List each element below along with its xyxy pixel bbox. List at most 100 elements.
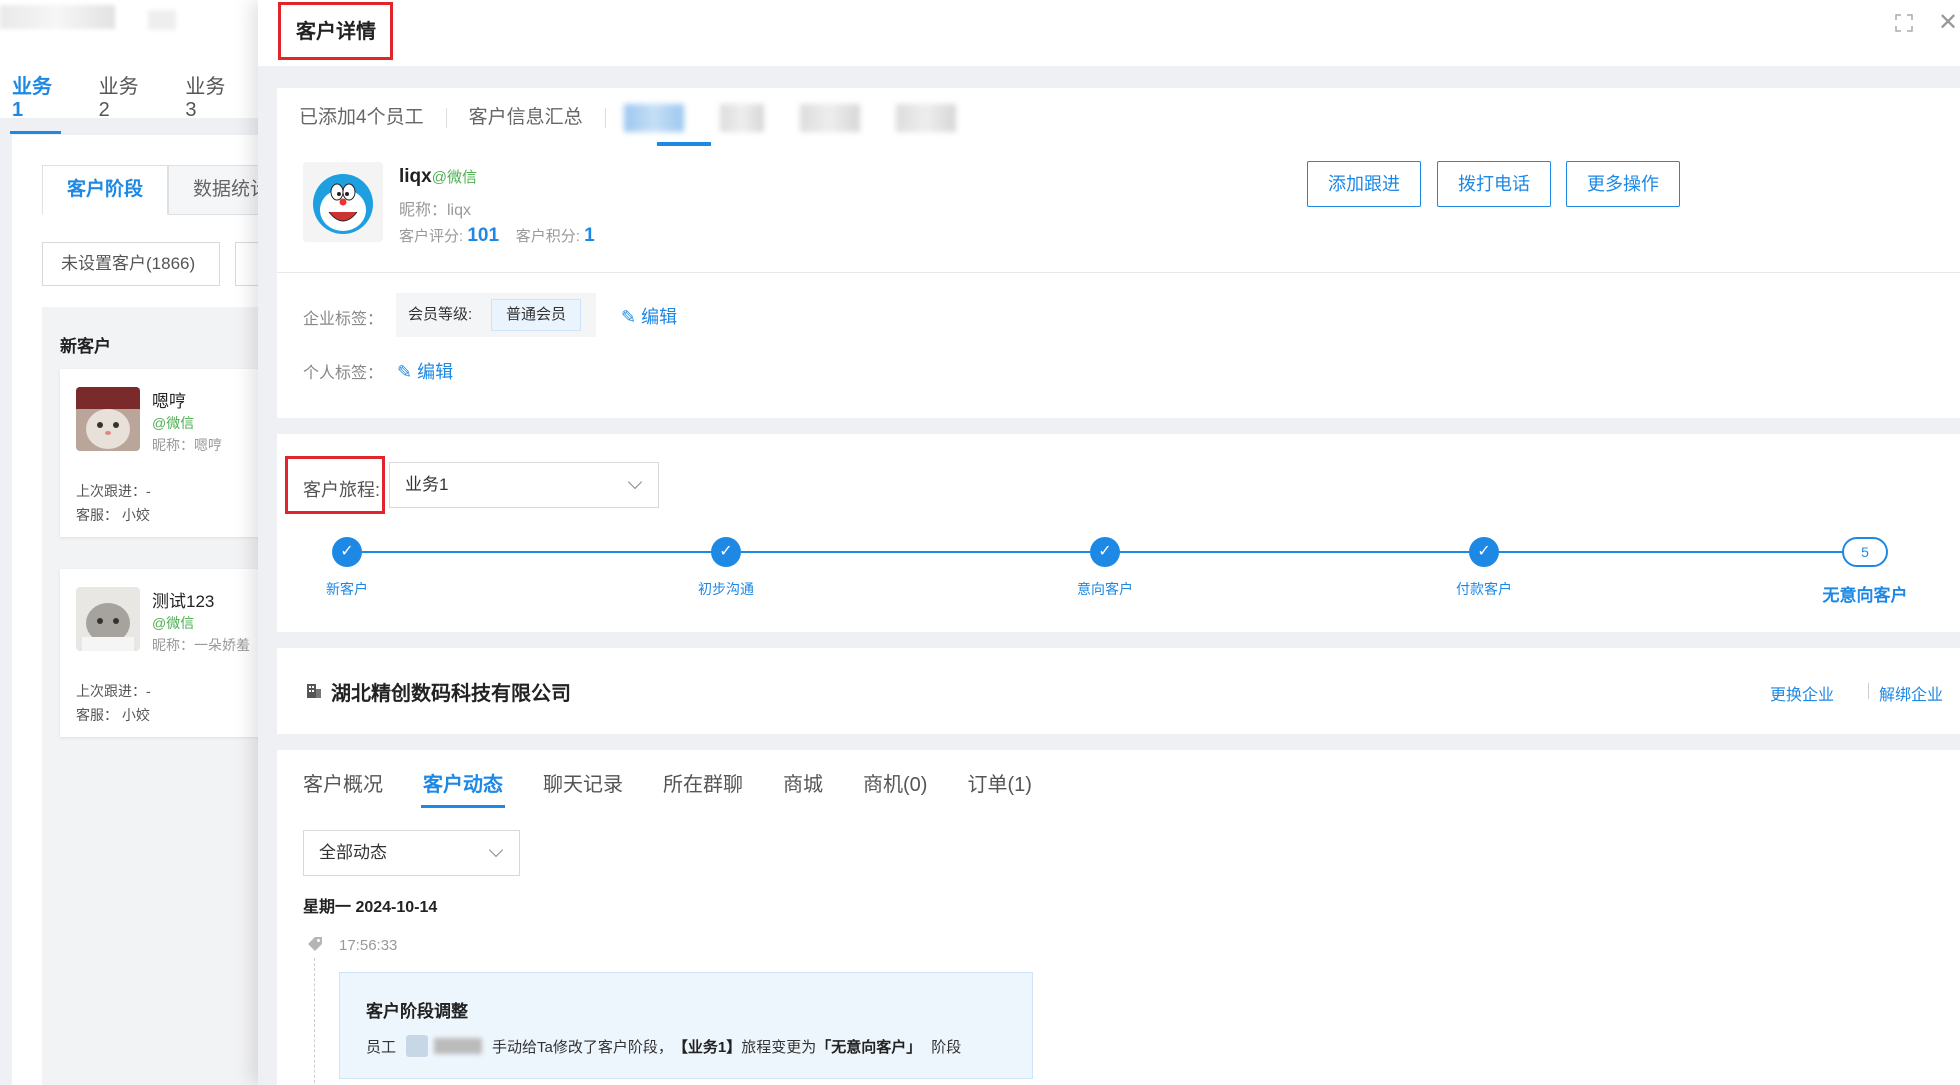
- event-change: 旅程变更为: [741, 1038, 817, 1056]
- tab-blurred-active[interactable]: [623, 104, 684, 132]
- add-follow-up-button[interactable]: 添加跟进: [1307, 161, 1421, 207]
- cat-avatar: [76, 387, 140, 451]
- tab-blurred[interactable]: [895, 104, 956, 132]
- dynamics-filter-select[interactable]: 全部动态: [303, 830, 520, 876]
- background-board: 客户阶段 数据统计 未设置客户(1866) 新客户 嗯哼 @微信 昵称：嗯哼 上…: [12, 135, 260, 1085]
- fullscreen-icon[interactable]: [1895, 14, 1913, 32]
- blurred-logo-mark: [148, 10, 176, 30]
- background-page: 业务1 业务2 业务3 客户阶段 数据统计 未设置客户(1866) 新客户 嗯哼: [0, 0, 260, 1085]
- customer-nickname: 昵称：一朵娇羞: [152, 637, 250, 653]
- chevron-down-icon: [627, 474, 643, 490]
- close-icon[interactable]: ✕: [1938, 11, 1958, 35]
- change-company-link[interactable]: 更换企业: [1770, 681, 1834, 705]
- tab-mall[interactable]: 商城: [783, 750, 823, 808]
- edit-icon: ✎: [397, 362, 413, 382]
- customer-scores: 客户评分: 101 客户积分: 1: [399, 225, 595, 247]
- timeline-time: 17:56:33: [339, 937, 398, 954]
- tab-blurred[interactable]: [799, 104, 860, 132]
- step-check-icon: ✓: [1090, 537, 1120, 567]
- profile-divider: [277, 272, 1960, 273]
- member-level-label: 会员等级:: [408, 306, 473, 323]
- event-stage: 「无意向客户」: [816, 1038, 922, 1056]
- customer-avatar: [303, 162, 383, 242]
- customer-channel: @微信: [152, 415, 195, 431]
- customer-name: 测试123: [152, 592, 215, 611]
- tab-data-stats[interactable]: 数据统计: [168, 165, 260, 215]
- tag-icon: [308, 937, 322, 951]
- enterprise-tags-label: 企业标签：: [303, 311, 384, 328]
- customer-channel: @微信: [431, 169, 477, 186]
- event-journey: 【业务1】: [672, 1038, 742, 1056]
- unbind-company-link[interactable]: 解绑企业: [1879, 681, 1943, 705]
- tab-orders[interactable]: 订单(1): [967, 750, 1031, 808]
- unset-customers-filter[interactable]: 未设置客户(1866): [42, 242, 220, 286]
- customer-dynamics-section: 客户概况 客户动态 聊天记录 所在群聊 商城 商机(0) 订单(1) 全部动态 …: [277, 750, 1960, 1085]
- filter-dropdown[interactable]: [235, 242, 260, 286]
- step-label: 付款客户: [1456, 581, 1512, 597]
- score-label: 客户评分:: [399, 228, 464, 245]
- event-description: 员工 手动给Ta修改了客户阶段， 【业务1】 旅程变更为 「无意向客户」 阶段: [366, 1035, 961, 1057]
- event-suffix: 阶段: [931, 1038, 962, 1056]
- step-check-icon: ✓: [711, 537, 741, 567]
- event-action: 手动给Ta修改了客户阶段，: [492, 1038, 673, 1056]
- step-label-current: 无意向客户: [1822, 586, 1908, 605]
- journey-select-value: 业务1: [405, 475, 449, 494]
- link-divider: [1868, 683, 1869, 699]
- event-title: 客户阶段调整: [366, 1002, 468, 1021]
- blurred-employee-name: [434, 1038, 483, 1054]
- tab-blurred[interactable]: [719, 104, 764, 132]
- customer-detail-drawer: 客户详情 ✕ 已添加4个员工 客户信息汇总 liqx@微信 昵称：liqx 客户…: [258, 0, 1960, 1085]
- current-step-marker: 5: [1842, 537, 1888, 567]
- call-phone-button[interactable]: 拨打电话: [1437, 161, 1551, 207]
- tab-business-3[interactable]: 业务3: [185, 70, 232, 134]
- customer-channel: @微信: [152, 615, 195, 631]
- blurred-logo: [0, 5, 115, 29]
- more-actions-button[interactable]: 更多操作: [1566, 161, 1680, 207]
- edit-personal-tags[interactable]: ✎ 编辑: [397, 358, 453, 384]
- tab-business-2[interactable]: 业务2: [99, 70, 146, 134]
- tab-info-summary[interactable]: 客户信息汇总: [447, 108, 606, 128]
- step-check-icon: ✓: [332, 537, 362, 567]
- cat-avatar: [76, 587, 140, 651]
- tab-overview[interactable]: 客户概况: [303, 750, 383, 808]
- customer-journey-section: 客户旅程: 业务1 ✓ ✓ ✓ ✓ 5 新客户 初步沟通 意向客户 付款客户 无…: [277, 434, 1960, 632]
- step-check-icon: ✓: [1469, 537, 1499, 567]
- customer-card[interactable]: 嗯哼 @微信 昵称：嗯哼 上次跟进：- 客服： 小姣: [60, 369, 260, 537]
- edit-enterprise-tags[interactable]: ✎ 编辑: [621, 303, 677, 329]
- stage-column-title: 新客户: [60, 337, 111, 356]
- chevron-down-icon: [488, 842, 504, 858]
- edit-label: 编辑: [417, 362, 454, 382]
- tab-chat-records[interactable]: 聊天记录: [543, 750, 623, 808]
- event-prefix: 员工: [366, 1038, 397, 1056]
- last-follow: 上次跟进：-: [76, 483, 151, 499]
- edit-label: 编辑: [641, 307, 678, 327]
- step-label: 新客户: [326, 581, 368, 597]
- journey-label: 客户旅程:: [303, 480, 381, 500]
- tab-business-1[interactable]: 业务1: [10, 70, 61, 134]
- service-agent: 客服： 小姣: [76, 507, 150, 523]
- edit-icon: ✎: [621, 307, 637, 327]
- timeline-connector: [314, 958, 315, 1085]
- customer-nickname: 昵称：嗯哼: [152, 437, 222, 453]
- points-label: 客户积分:: [515, 228, 580, 245]
- profile-tabs: 已添加4个员工 客户信息汇总: [277, 88, 974, 148]
- active-tab-underline: [657, 142, 711, 146]
- personal-tags-label: 个人标签：: [303, 365, 384, 382]
- tab-group-chats[interactable]: 所在群聊: [663, 750, 743, 808]
- customer-profile-section: 已添加4个员工 客户信息汇总 liqx@微信 昵称：liqx 客户评分: 101…: [277, 88, 1960, 418]
- step-label: 意向客户: [1077, 581, 1133, 597]
- service-agent: 客服： 小姣: [76, 707, 150, 723]
- drawer-header: 客户详情 ✕: [258, 0, 1960, 66]
- customer-nickname: 昵称：liqx: [399, 202, 472, 219]
- last-follow: 上次跟进：-: [76, 683, 151, 699]
- drawer-title: 客户详情: [278, 2, 393, 60]
- background-header: 业务1 业务2 业务3: [0, 0, 260, 134]
- building-icon: [307, 684, 321, 698]
- tab-customer-stage[interactable]: 客户阶段: [42, 165, 168, 215]
- journey-select[interactable]: 业务1: [389, 462, 659, 508]
- tab-added-employees[interactable]: 已添加4个员工: [277, 108, 447, 128]
- customer-card[interactable]: 测试123 @微信 昵称：一朵娇羞 上次跟进：- 客服： 小姣: [60, 569, 260, 737]
- points-value: 1: [584, 225, 595, 246]
- tab-opportunities[interactable]: 商机(0): [863, 750, 927, 808]
- tab-dynamics[interactable]: 客户动态: [421, 750, 505, 808]
